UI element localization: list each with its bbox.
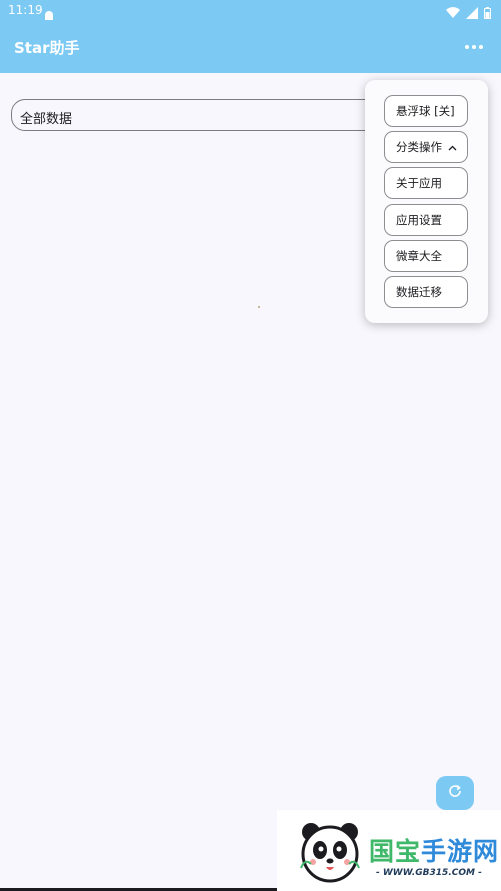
chevron-up-icon (448, 140, 457, 154)
menu-item-label: 应用设置 (396, 213, 442, 227)
data-migration-button[interactable]: 数据迁移 (384, 276, 468, 308)
refresh-fab[interactable] (436, 776, 474, 810)
overflow-menu: 悬浮球 [关] 分类操作 关于应用 应用设置 微章大全 数据迁移 (365, 80, 488, 323)
category-actions-button[interactable]: 分类操作 (384, 131, 468, 163)
more-horizontal-icon (465, 45, 469, 49)
status-icons (446, 4, 491, 23)
refresh-icon (447, 783, 463, 803)
panda-logo-icon (297, 818, 363, 888)
watermark-brand-green: 国宝 (369, 837, 422, 866)
watermark-brand: 国宝手游网 (369, 832, 499, 868)
more-options-button[interactable] (459, 36, 489, 58)
wifi-icon (446, 4, 460, 23)
about-app-button[interactable]: 关于应用 (384, 167, 468, 199)
more-dot (479, 45, 483, 49)
menu-item-label: 分类操作 (396, 140, 442, 154)
signal-icon (466, 4, 478, 23)
watermark-url: - WWW.GB315.COM - (376, 868, 482, 878)
badges-collection-button[interactable]: 微章大全 (384, 240, 468, 272)
app-bar: Star助手 (0, 22, 501, 73)
status-time: 11:19 (8, 3, 43, 17)
menu-item-label: 微章大全 (396, 249, 442, 263)
menu-item-label: 关于应用 (396, 176, 442, 190)
app-settings-button[interactable]: 应用设置 (384, 204, 468, 236)
menu-item-label: 悬浮球 [关] (396, 104, 455, 118)
watermark-brand-blue: 手游网 (421, 837, 500, 866)
data-filter-value: 全部数据 (20, 112, 73, 127)
loading-dot (258, 306, 260, 308)
more-dot (472, 45, 476, 49)
watermark: 国宝手游网 - WWW.GB315.COM - (277, 810, 501, 891)
battery-icon (484, 4, 491, 23)
floating-ball-toggle-button[interactable]: 悬浮球 [关] (384, 95, 468, 127)
data-filter-select[interactable]: 全部数据 (11, 99, 381, 131)
status-bar: 11:19 (0, 0, 501, 22)
menu-item-label: 数据迁移 (396, 285, 442, 299)
app-title: Star助手 (14, 39, 80, 57)
